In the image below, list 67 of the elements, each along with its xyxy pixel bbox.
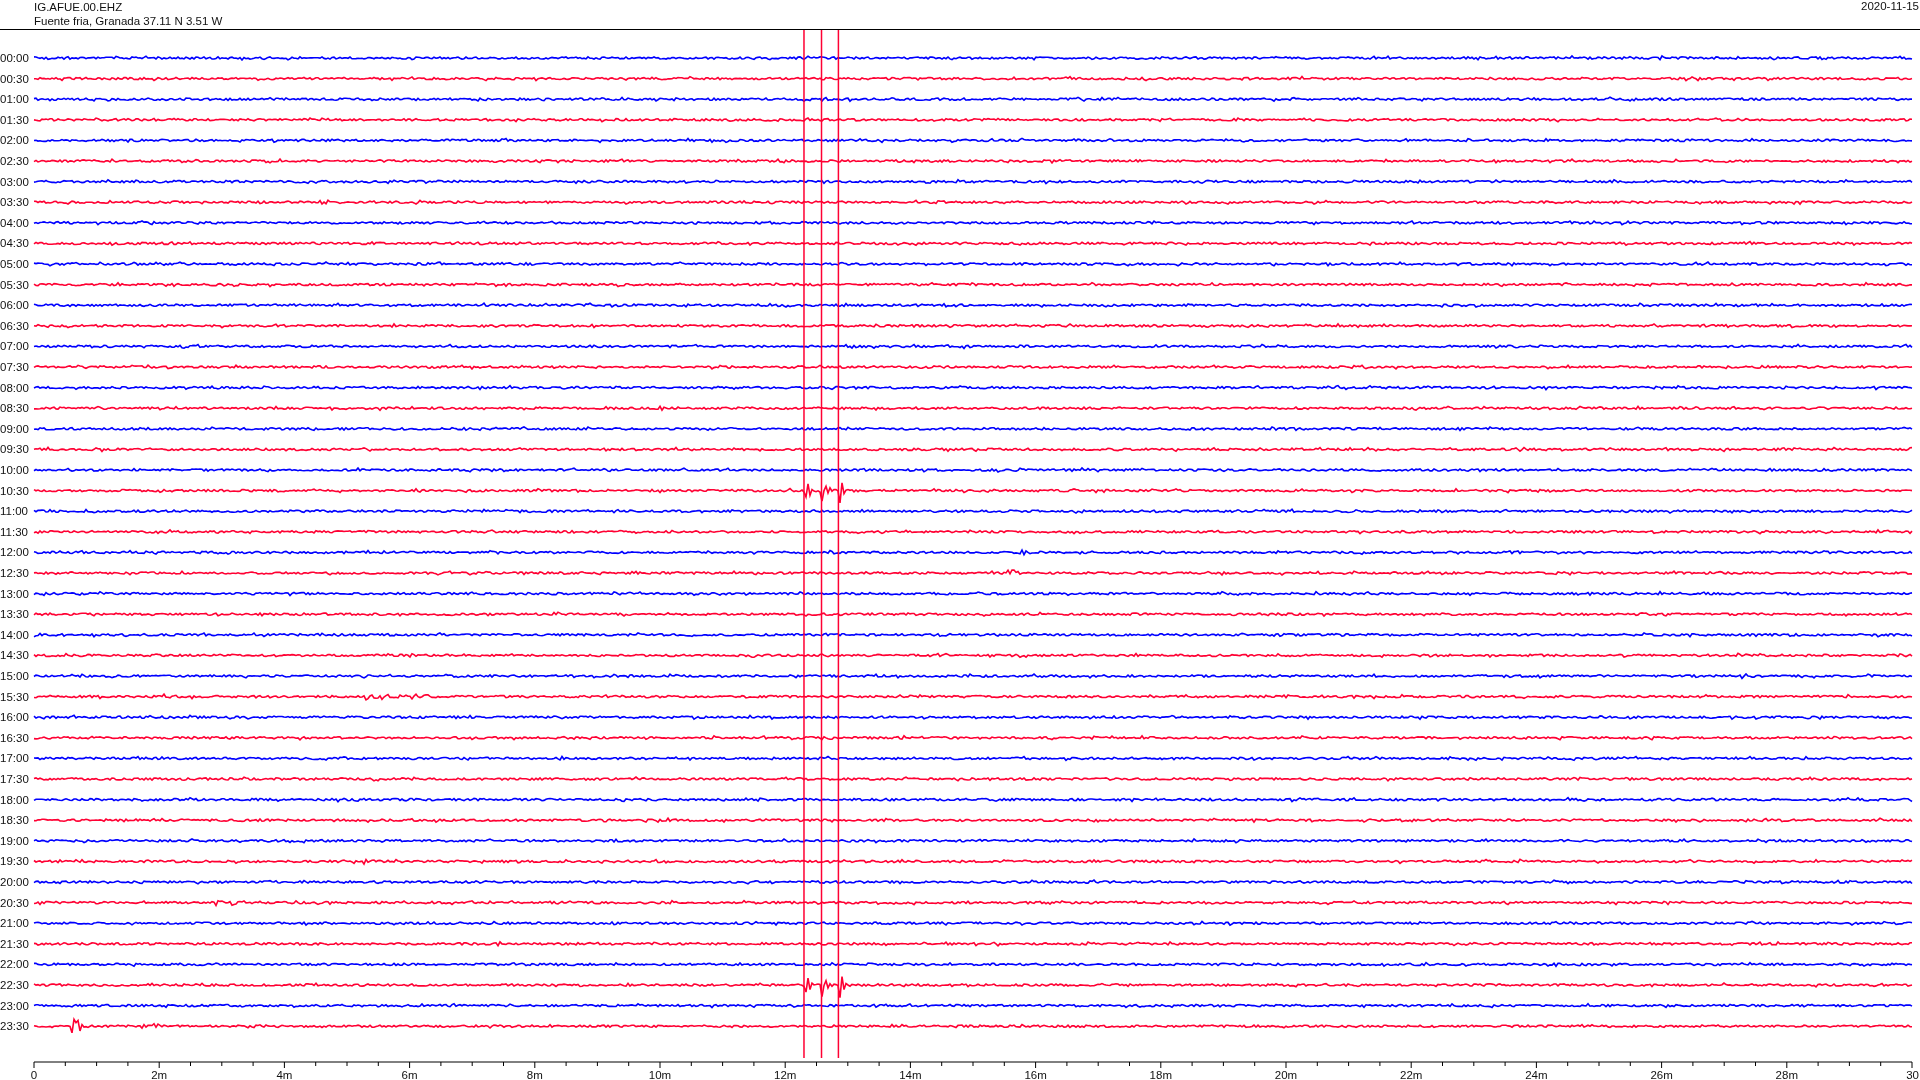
row-time-label: 18:30 [0, 814, 29, 827]
row-time-label: 10:30 [0, 484, 29, 497]
row-time-label: 05:30 [0, 278, 29, 291]
row-time-label: 00:30 [0, 72, 29, 85]
axis-tick-label: 30 [1906, 1069, 1919, 1079]
row-time-label: 12:00 [0, 546, 29, 559]
row-time-label: 13:30 [0, 608, 29, 621]
axis-tick-label: 10m [648, 1069, 672, 1079]
row-time-label: 08:00 [0, 381, 29, 394]
row-time-label: 21:30 [0, 937, 29, 950]
row-time-label: 09:30 [0, 443, 29, 456]
axis-tick-label: 12m [774, 1069, 797, 1079]
station-code: IG.AFUE.00.EHZ [34, 0, 124, 14]
row-time-label: 19:30 [0, 855, 29, 868]
axis-tick-label: 4m [276, 1069, 293, 1079]
axis-tick-label: 0 [30, 1069, 38, 1079]
row-time-label: 12:30 [0, 567, 29, 579]
row-time-label: 16:30 [0, 731, 29, 744]
row-time-label: 11:30 [0, 525, 28, 538]
axis-tick-label: 2m [151, 1069, 168, 1079]
row-time-label: 02:00 [0, 134, 29, 147]
axis-tick-label: 24m [1525, 1069, 1548, 1079]
row-time-label: 03:30 [0, 196, 29, 209]
row-time-label: 19:00 [0, 834, 29, 847]
axis-tick-label: 6m [401, 1069, 418, 1079]
row-time-label: 14:30 [0, 649, 29, 662]
row-time-label: 17:30 [0, 773, 29, 785]
row-time-label: 18:00 [0, 793, 29, 806]
axis-tick-label: 28m [1775, 1069, 1798, 1079]
axis-tick-label: 16m [1024, 1069, 1047, 1079]
row-time-label: 17:00 [0, 752, 29, 765]
row-time-label: 22:30 [0, 979, 29, 991]
axis-tick-label: 18m [1149, 1069, 1172, 1079]
axis-tick-label: 8m [526, 1069, 543, 1079]
row-time-label: 11:00 [0, 505, 28, 518]
row-time-label: 15:30 [0, 690, 29, 703]
row-time-label: 08:30 [0, 402, 29, 415]
axis-tick-label: 20m [1274, 1069, 1298, 1079]
row-time-label: 02:30 [0, 155, 29, 167]
row-time-label: 09:00 [0, 422, 29, 435]
row-time-label: 06:00 [0, 299, 29, 312]
row-time-label: 14:00 [0, 628, 29, 641]
row-time-label: 05:00 [0, 258, 29, 270]
row-time-label: 00:00 [0, 52, 29, 64]
axis-tick-label: 26m [1650, 1069, 1673, 1079]
row-time-label: 06:30 [0, 319, 29, 332]
row-time-label: 04:30 [0, 237, 29, 250]
row-time-label: 01:00 [0, 93, 29, 106]
row-time-label: 20:30 [0, 896, 29, 909]
row-time-label: 16:00 [0, 711, 29, 724]
axis-tick-label: 14m [899, 1069, 922, 1079]
station-location: Fuente fria, Granada 37.11 N 3.51 W [34, 14, 223, 28]
row-time-label: 01:30 [0, 113, 29, 126]
row-time-label: 04:00 [0, 216, 29, 229]
row-time-label: 21:00 [0, 917, 29, 930]
row-time-label: 07:00 [0, 340, 29, 353]
row-time-label: 07:30 [0, 361, 29, 373]
row-time-label: 03:00 [0, 175, 29, 188]
axis-tick-label: 22m [1400, 1069, 1423, 1079]
plot-date: 2020-11-15 [1861, 0, 1920, 14]
row-time-label: 23:00 [0, 999, 29, 1012]
row-time-label: 15:00 [0, 670, 29, 682]
row-time-label: 10:00 [0, 464, 29, 476]
row-time-label: 22:00 [0, 958, 29, 971]
row-time-label: 13:00 [0, 587, 29, 600]
row-time-label: 23:30 [0, 1020, 29, 1033]
row-time-label: 20:00 [0, 876, 29, 888]
